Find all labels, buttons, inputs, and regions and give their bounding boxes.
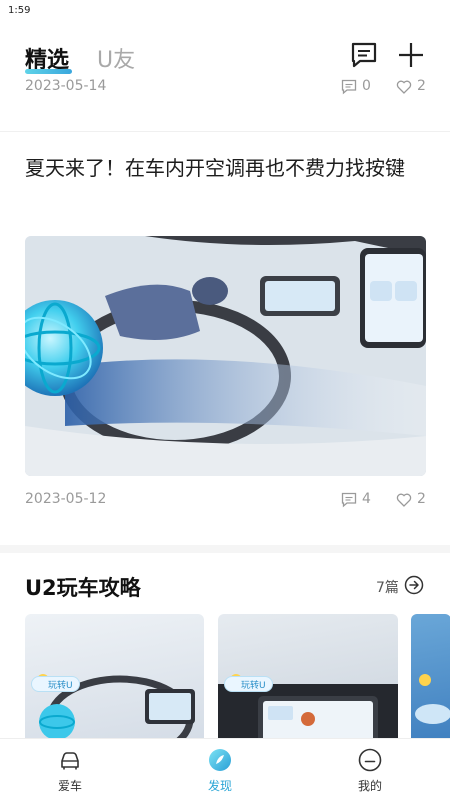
car-icon [61, 752, 79, 770]
article-date: 2023-05-12 [25, 491, 107, 507]
guide-card[interactable] [411, 614, 450, 744]
bottom-nav: 爱车 发现 我的 [0, 738, 450, 800]
article-meta: 2023-05-12 4 2 [0, 490, 450, 512]
previous-article-like-count: 2 [417, 78, 426, 94]
active-tab-indicator [25, 69, 72, 74]
status-time: 1:59 [8, 5, 31, 16]
comment-icon[interactable] [341, 492, 357, 508]
tab-u-friends[interactable]: U友 [97, 42, 135, 74]
nav-label-car: 爱车 [57, 779, 82, 793]
add-icon[interactable] [396, 40, 426, 70]
guide-card[interactable]: 玩转U [218, 614, 398, 744]
card-thumbnail [415, 674, 450, 724]
guide-card[interactable]: 玩转U [25, 614, 204, 744]
previous-article-meta: 2023-05-14 0 2 [0, 76, 450, 98]
arrow-right-circle-icon[interactable] [404, 575, 424, 595]
previous-article-date: 2023-05-14 [25, 78, 107, 94]
card-tag: 玩转U [224, 676, 273, 692]
message-icon[interactable] [349, 40, 379, 70]
nav-item-profile[interactable]: 我的 [325, 739, 415, 800]
nav-item-car[interactable]: 爱车 [25, 739, 115, 800]
nav-label-discover: 发现 [207, 779, 232, 793]
previous-article-comment-count: 0 [362, 78, 371, 94]
profile-icon [358, 748, 382, 772]
article-title[interactable]: 夏天来了！在车内开空调再也不费力找按键 [25, 153, 425, 184]
article-image[interactable] [25, 236, 426, 476]
card-tag: 玩转U [31, 676, 80, 692]
discover-icon [209, 749, 231, 771]
section-divider [0, 545, 450, 553]
status-bar: 1:59 [0, 0, 450, 22]
heart-icon[interactable] [396, 492, 412, 508]
divider [0, 131, 450, 132]
section-count[interactable]: 7篇 [376, 577, 399, 597]
article-like-count: 2 [417, 491, 426, 507]
heart-icon[interactable] [396, 79, 412, 95]
comment-icon[interactable] [341, 79, 357, 95]
car-interior-illustration [25, 236, 426, 476]
top-bar: 精选 U友 [0, 26, 450, 82]
article-comment-count: 4 [362, 491, 371, 507]
nav-label-profile: 我的 [357, 779, 382, 793]
nav-item-discover[interactable]: 发现 [175, 739, 265, 800]
section-title: U2玩车攻略 [25, 576, 141, 600]
